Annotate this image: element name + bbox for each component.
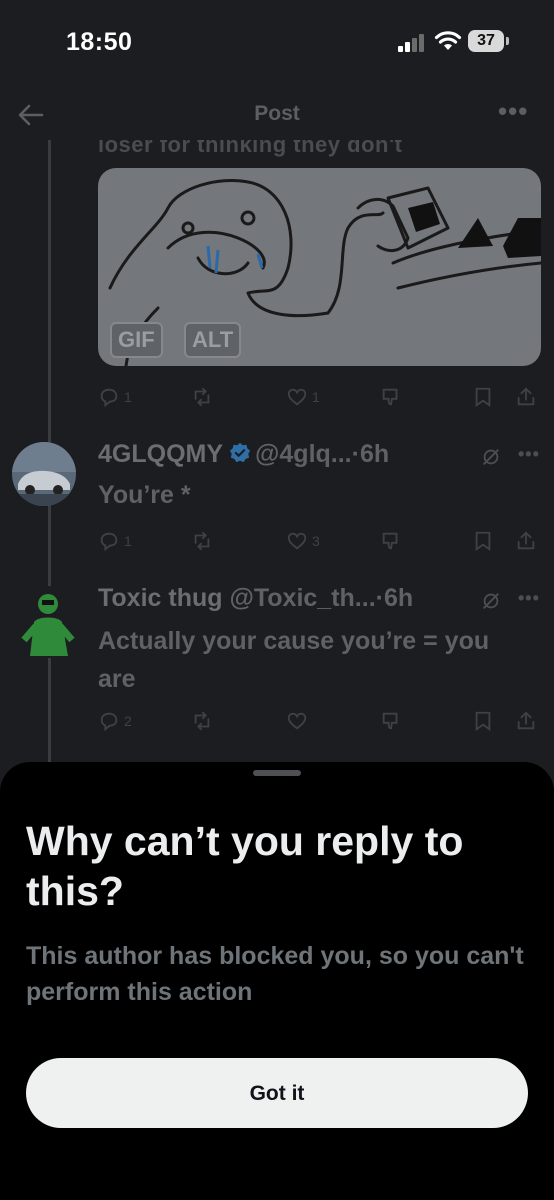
reply-header: 4GLQQMY @4glq...·6h (98, 440, 389, 469)
reply-count: 1 (124, 389, 132, 405)
separator: · (375, 584, 384, 612)
share-action[interactable] (515, 530, 537, 552)
downvote-icon (382, 532, 398, 550)
blocked-bottom-sheet: Why can’t you reply to this? This author… (0, 762, 554, 1200)
user-name[interactable]: 4GLQQMY (98, 440, 223, 468)
repost-icon (194, 387, 210, 407)
avatar[interactable] (16, 586, 80, 658)
like-action[interactable]: 3 (286, 530, 320, 552)
share-icon (517, 711, 535, 730)
reply-text: Actually your cause you’re = you are (98, 627, 490, 693)
downvote-action[interactable] (380, 710, 402, 732)
downvote-icon (382, 712, 398, 730)
user-handle: @4glq... (255, 440, 352, 468)
sheet-message: This author has blocked you, so you can'… (26, 942, 524, 1006)
reply-action[interactable]: 1 (98, 530, 132, 552)
user-name[interactable]: Toxic thug (98, 584, 223, 612)
heart-icon (287, 532, 307, 550)
gif-drawing (108, 178, 541, 366)
reply-icon (100, 532, 118, 552)
post-time: 6h (359, 440, 390, 468)
reply-more-icon[interactable]: ••• (518, 444, 540, 465)
mute-conversation-icon[interactable] (480, 590, 502, 612)
wifi-icon (434, 31, 462, 50)
bookmark-icon (475, 711, 491, 732)
downvote-action[interactable] (380, 530, 402, 552)
screen: 18:50 37 Post ••• loser for thinking the… (0, 0, 554, 1200)
sheet-grabber[interactable] (253, 770, 301, 776)
page-title: Post (254, 102, 300, 125)
post-actions: 1 1 (98, 386, 541, 410)
more-options-icon[interactable]: ••• (498, 96, 528, 127)
like-count: 3 (312, 533, 320, 549)
bookmark-action[interactable] (473, 530, 493, 552)
post-media-gif[interactable]: GIF ALT (98, 168, 541, 366)
cellular-signal-icon (398, 34, 426, 52)
bookmark-icon (475, 531, 491, 552)
verified-badge-icon (229, 442, 251, 463)
reply-text: You’re * (98, 481, 191, 509)
alt-badge[interactable]: ALT (184, 322, 242, 358)
like-action[interactable] (286, 710, 308, 732)
battery-indicator: 37 (468, 30, 504, 52)
reply-icon (100, 388, 118, 408)
reply-header: Toxic thug @Toxic_th...·6h (98, 584, 413, 613)
repost-action[interactable] (190, 710, 214, 732)
heart-icon (287, 388, 307, 406)
user-handle: @Toxic_th... (229, 584, 376, 612)
repost-icon (194, 531, 210, 551)
repost-action[interactable] (190, 530, 214, 552)
gif-badge: GIF (110, 322, 163, 358)
reply-count: 2 (124, 713, 132, 729)
reply-action[interactable]: 2 (98, 710, 132, 732)
reply-count: 1 (124, 533, 132, 549)
got-it-button[interactable]: Got it (26, 1058, 528, 1128)
bookmark-action[interactable] (473, 710, 493, 732)
like-count: 1 (312, 389, 320, 405)
sheet-title: Why can’t you reply to this? (26, 818, 464, 914)
bookmark-icon (475, 387, 491, 408)
avatar-thug-image (16, 586, 80, 658)
reply-more-icon[interactable]: ••• (518, 588, 540, 609)
avatar[interactable] (12, 442, 76, 506)
bookmark-action[interactable] (473, 386, 493, 408)
status-time: 18:50 (66, 28, 133, 56)
downvote-icon (382, 388, 398, 406)
repost-icon (194, 711, 210, 731)
reply-actions: 1 3 (98, 530, 541, 554)
battery-tip (506, 37, 509, 45)
share-icon (517, 531, 535, 550)
repost-action[interactable] (190, 386, 214, 408)
like-action[interactable]: 1 (286, 386, 320, 408)
reply-actions: 2 (98, 710, 541, 734)
reply-icon (100, 712, 118, 732)
share-icon (517, 387, 535, 406)
reply-action[interactable]: 1 (98, 386, 132, 408)
post-time: 6h (383, 584, 414, 612)
status-bar: 18:50 37 (0, 0, 554, 82)
post-header: Post ••• (0, 90, 554, 142)
avatar-car-image (12, 442, 76, 506)
share-action[interactable] (515, 386, 537, 408)
separator: · (351, 440, 360, 468)
mute-conversation-icon[interactable] (480, 446, 502, 468)
share-action[interactable] (515, 710, 537, 732)
heart-icon (287, 712, 307, 730)
downvote-action[interactable] (380, 386, 402, 408)
